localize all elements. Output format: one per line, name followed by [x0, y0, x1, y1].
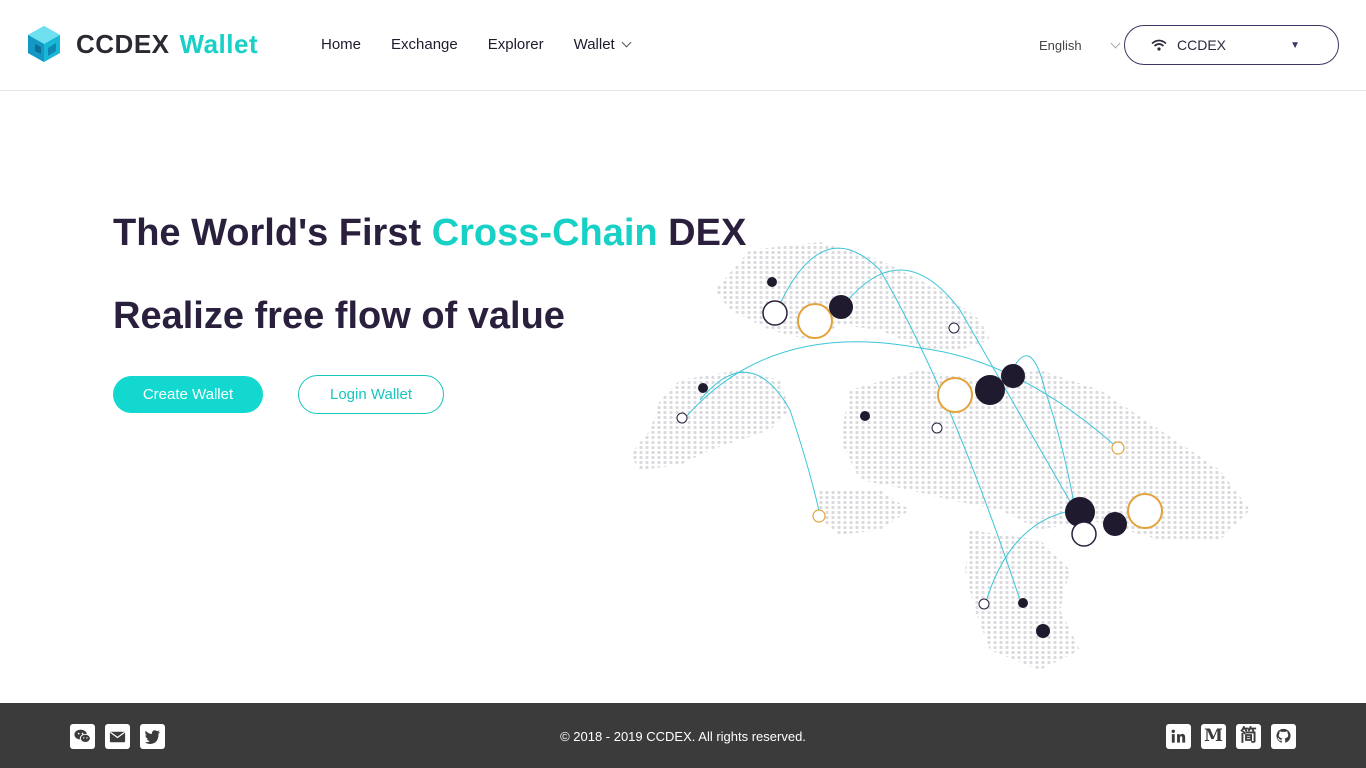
logo[interactable]: CCDEX Wallet — [26, 24, 258, 64]
logo-cube-icon — [28, 26, 60, 62]
nav-explorer[interactable]: Explorer — [488, 36, 544, 53]
linkedin-glyph — [1171, 729, 1186, 743]
language-label: English — [1039, 38, 1082, 53]
map-landmass — [630, 242, 1250, 670]
top-header: CCDEX Wallet Home Exchange Explorer Walle… — [0, 0, 1366, 91]
jianshu-glyph: 简 — [1240, 726, 1257, 746]
jianshu-icon[interactable]: 简 — [1236, 724, 1261, 749]
logo-brand: CCDEX — [76, 28, 170, 59]
world-map-illustration — [630, 242, 1250, 670]
medium-icon[interactable]: M — [1201, 724, 1226, 749]
nav-wallet-dropdown[interactable]: Wallet — [573, 36, 632, 53]
caret-down-icon: ▼ — [1290, 40, 1300, 51]
nav-wallet-label: Wallet — [573, 36, 615, 53]
hero-title-part1: The World's First — [113, 212, 432, 254]
logo-text: CCDEX Wallet — [76, 29, 258, 60]
network-label: CCDEX — [1177, 37, 1227, 53]
linkedin-icon[interactable] — [1166, 724, 1191, 749]
github-icon[interactable] — [1271, 724, 1296, 749]
footer: © 2018 - 2019 CCDEX. All rights reserved… — [0, 703, 1366, 768]
wifi-icon — [1151, 39, 1167, 51]
login-wallet-button[interactable]: Login Wallet — [298, 375, 444, 414]
copyright-text: © 2018 - 2019 CCDEX. All rights reserved… — [560, 729, 806, 744]
medium-glyph: M — [1204, 726, 1223, 746]
github-glyph — [1276, 728, 1291, 743]
hero-subtitle: Realize free flow of value — [113, 295, 565, 337]
language-selector[interactable]: English — [1039, 38, 1121, 53]
nav-exchange[interactable]: Exchange — [391, 36, 458, 53]
chevron-down-icon — [1110, 38, 1121, 48]
network-selector[interactable]: CCDEX ▼ — [1124, 25, 1339, 65]
logo-accent: Wallet — [179, 28, 259, 59]
create-wallet-button[interactable]: Create Wallet — [113, 376, 263, 413]
nav-home[interactable]: Home — [321, 36, 361, 53]
chevron-down-icon — [621, 37, 632, 48]
main-nav: Home Exchange Explorer Wallet — [321, 36, 660, 53]
